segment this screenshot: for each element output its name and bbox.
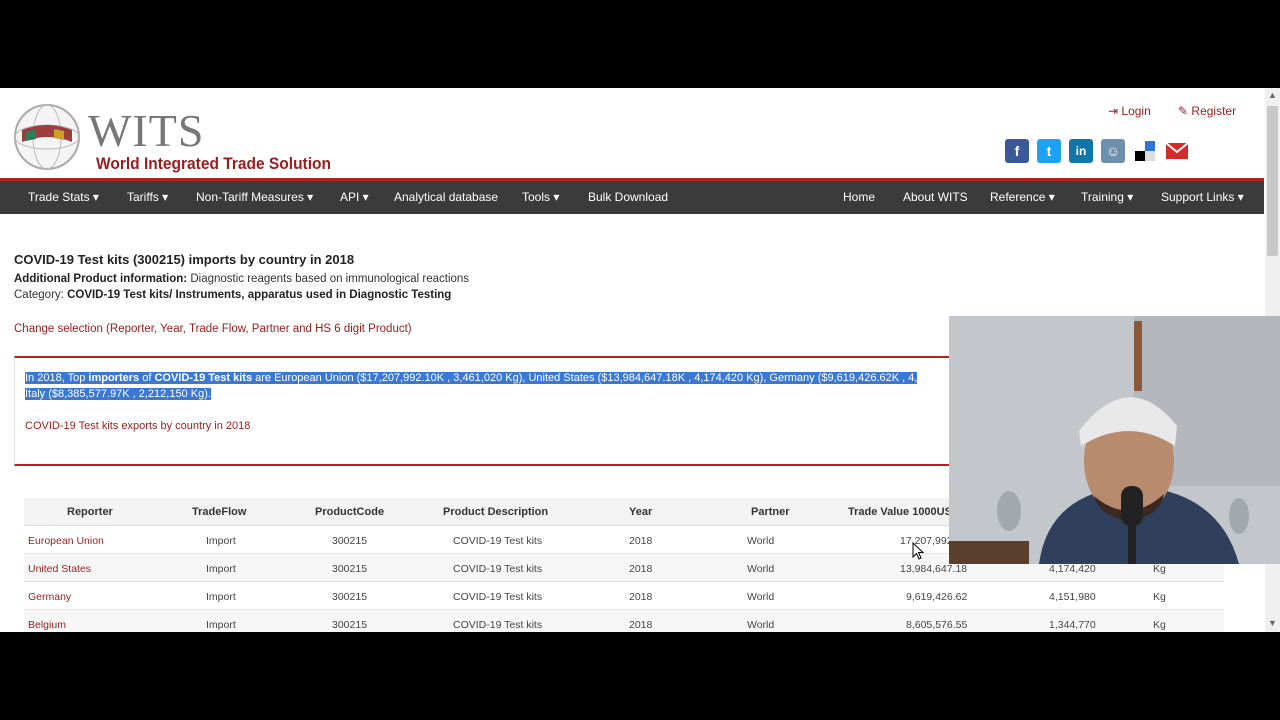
- change-selection-link[interactable]: Change selection (Reporter, Year, Trade …: [14, 323, 412, 335]
- col-reporter[interactable]: Reporter: [67, 506, 113, 518]
- col-productcode[interactable]: ProductCode: [315, 506, 384, 518]
- logo-subtitle[interactable]: World Integrated Trade Solution: [96, 155, 331, 174]
- globe-logo-icon[interactable]: [12, 102, 82, 172]
- webcam-overlay: [949, 316, 1280, 564]
- register-link[interactable]: ✎ Register: [1178, 104, 1236, 118]
- scroll-down-icon[interactable]: ▼: [1268, 618, 1277, 628]
- reddit-icon[interactable]: ☺: [1101, 139, 1125, 163]
- summary-text[interactable]: In 2018, Top importers of COVID-19 Test …: [25, 370, 945, 402]
- scroll-thumb[interactable]: [1267, 106, 1278, 256]
- nav-home[interactable]: Home: [843, 190, 875, 204]
- table-row: Belgium Import 300215 COVID-19 Test kits…: [24, 610, 1224, 632]
- col-year[interactable]: Year: [629, 506, 652, 518]
- table-row: Germany Import 300215 COVID-19 Test kits…: [24, 582, 1224, 610]
- col-product-description[interactable]: Product Description: [443, 506, 548, 518]
- twitter-icon[interactable]: t: [1037, 139, 1061, 163]
- nav-support-links[interactable]: Support Links ▾: [1161, 190, 1244, 204]
- login-link[interactable]: ⇥ Login: [1108, 104, 1151, 118]
- reporter-link[interactable]: Belgium: [28, 619, 66, 631]
- summary-box: In 2018, Top importers of COVID-19 Test …: [14, 356, 964, 466]
- category-info: Category: COVID-19 Test kits/ Instrument…: [14, 289, 452, 301]
- scroll-up-icon[interactable]: ▲: [1268, 90, 1277, 100]
- mouse-cursor-icon: [912, 542, 924, 560]
- nav-reference[interactable]: Reference ▾: [990, 190, 1055, 204]
- nav-non-tariff-measures[interactable]: Non-Tariff Measures ▾: [196, 190, 313, 204]
- col-partner[interactable]: Partner: [751, 506, 790, 518]
- reporter-link[interactable]: European Union: [28, 535, 104, 547]
- page-title: COVID-19 Test kits (300215) imports by c…: [14, 252, 355, 267]
- reporter-link[interactable]: United States: [28, 563, 91, 575]
- nav-training[interactable]: Training ▾: [1081, 190, 1133, 204]
- main-nav: Trade Stats ▾ Tariffs ▾ Non-Tariff Measu…: [0, 181, 1264, 214]
- nav-analytical-database[interactable]: Analytical database: [394, 190, 498, 204]
- edit-icon: ✎: [1178, 104, 1189, 118]
- linkedin-icon[interactable]: in: [1069, 139, 1093, 163]
- delicious-icon[interactable]: [1133, 139, 1157, 163]
- logo-wits-text[interactable]: WITS: [88, 108, 204, 154]
- email-icon[interactable]: [1165, 139, 1189, 163]
- nav-about-wits[interactable]: About WITS: [903, 190, 968, 204]
- nav-trade-stats[interactable]: Trade Stats ▾: [28, 190, 99, 204]
- browser-viewport: WITS World Integrated Trade Solution ⇥ L…: [0, 88, 1280, 632]
- col-tradeflow[interactable]: TradeFlow: [192, 506, 246, 518]
- nav-tariffs[interactable]: Tariffs ▾: [127, 190, 168, 204]
- nav-api[interactable]: API ▾: [340, 190, 369, 204]
- col-trade-value[interactable]: Trade Value 1000USD: [848, 506, 960, 518]
- login-icon: ⇥: [1108, 104, 1119, 118]
- reporter-link[interactable]: Germany: [28, 591, 71, 603]
- nav-bulk-download[interactable]: Bulk Download: [588, 190, 668, 204]
- additional-info: Additional Product information: Diagnost…: [14, 273, 470, 285]
- site-header: WITS World Integrated Trade Solution ⇥ L…: [0, 88, 1264, 180]
- facebook-icon[interactable]: f: [1005, 139, 1029, 163]
- presenter-video: [949, 316, 1280, 564]
- exports-link[interactable]: COVID-19 Test kits exports by country in…: [25, 420, 250, 432]
- nav-tools[interactable]: Tools ▾: [522, 190, 559, 204]
